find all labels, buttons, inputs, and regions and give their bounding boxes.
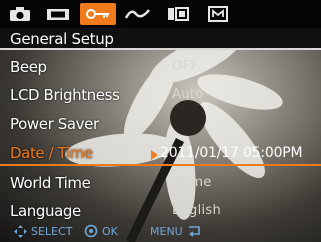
menu-item-date-time[interactable]: Date / Time 2011/01/17 05:00PM [0,142,321,166]
hint-select: SELECT [14,222,72,240]
video-icon [47,9,69,20]
menu-tab-bar [0,0,321,28]
ok-button-icon [84,224,98,238]
return-icon [188,226,200,237]
menu-item-lcd-brightness[interactable]: LCD Brightness Auto [0,84,321,108]
tab-video[interactable] [40,3,76,25]
display-icon [168,7,189,21]
menu-item-label: Date / Time [10,144,93,162]
hint-menu-label: MENU [150,224,183,238]
menu-item-value: Home [172,175,212,190]
menu-item-value: English [172,203,222,218]
menu-item-power-saver[interactable]: Power Saver [0,113,321,137]
menu-item-label: Power Saver [10,115,99,133]
dpad-icon [14,224,27,238]
menu-item-value: 2011/01/17 05:00PM [160,145,303,161]
menu-item-value: Auto [172,87,204,102]
hint-menu: MENU [150,222,201,240]
hint-select-label: SELECT [31,224,73,238]
wave-icon [125,9,150,19]
menu-item-label: World Time [10,174,91,192]
tab-memory[interactable] [200,3,236,25]
menu-item-label: Beep [10,58,47,76]
hint-ok: OK [84,222,118,240]
menu-item-beep[interactable]: Beep OFF [0,56,321,80]
tab-display[interactable] [160,3,196,25]
menu-item-label: Language [10,202,81,220]
hint-ok-label: OK [102,224,118,238]
tab-setup[interactable] [80,3,116,25]
menu-item-language[interactable]: Language English [0,200,321,224]
selection-arrow-icon [151,150,158,160]
camera-icon [10,7,30,21]
menu-item-world-time[interactable]: World Time Home [0,172,321,196]
memory-icon [208,6,228,22]
setup-key-icon [86,9,109,19]
camera-lcd-screen: General Setup Beep OFF LCD Brightness Au… [0,0,321,242]
section-title: General Setup [0,28,321,50]
menu-item-value: OFF [172,59,199,74]
tab-camera[interactable] [2,3,38,25]
tab-wave[interactable] [120,3,156,25]
menu-item-label: LCD Brightness [10,86,120,104]
